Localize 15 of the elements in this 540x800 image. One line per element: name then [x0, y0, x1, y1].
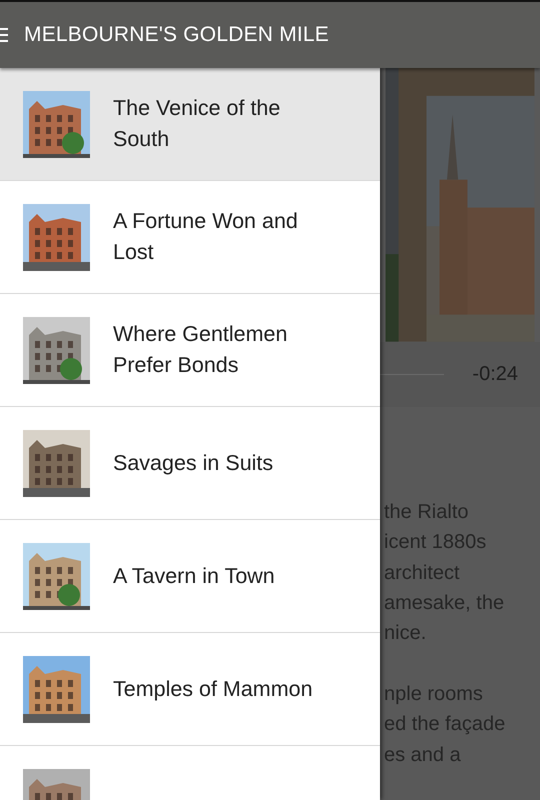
- drawer-item[interactable]: Where Gentlemen Prefer Bonds: [0, 294, 380, 407]
- drawer-item[interactable]: Savages in Suits: [0, 407, 380, 520]
- drawer-item[interactable]: The Venice of the South: [0, 68, 380, 181]
- item-title: Where Gentlemen Prefer Bonds: [113, 321, 288, 379]
- time-remaining: -0:24: [472, 362, 518, 386]
- drawer-item[interactable]: Temples of Mammon: [0, 633, 380, 746]
- item-title: Temples of Mammon: [113, 676, 314, 702]
- item-title: A Tavern in Town: [113, 562, 276, 590]
- drawer-item[interactable]: A Fortune Won and Lost: [0, 181, 380, 294]
- item-title: The Venice of the South: [113, 95, 282, 153]
- item-title: A Fortune Won and Lost: [113, 208, 299, 266]
- item-title: Savages in Suits: [113, 450, 274, 476]
- drawer-item[interactable]: A Tavern in Town: [0, 520, 380, 633]
- menu-icon[interactable]: [0, 28, 8, 42]
- app-title: MELBOURNE'S GOLDEN MILE: [24, 23, 330, 47]
